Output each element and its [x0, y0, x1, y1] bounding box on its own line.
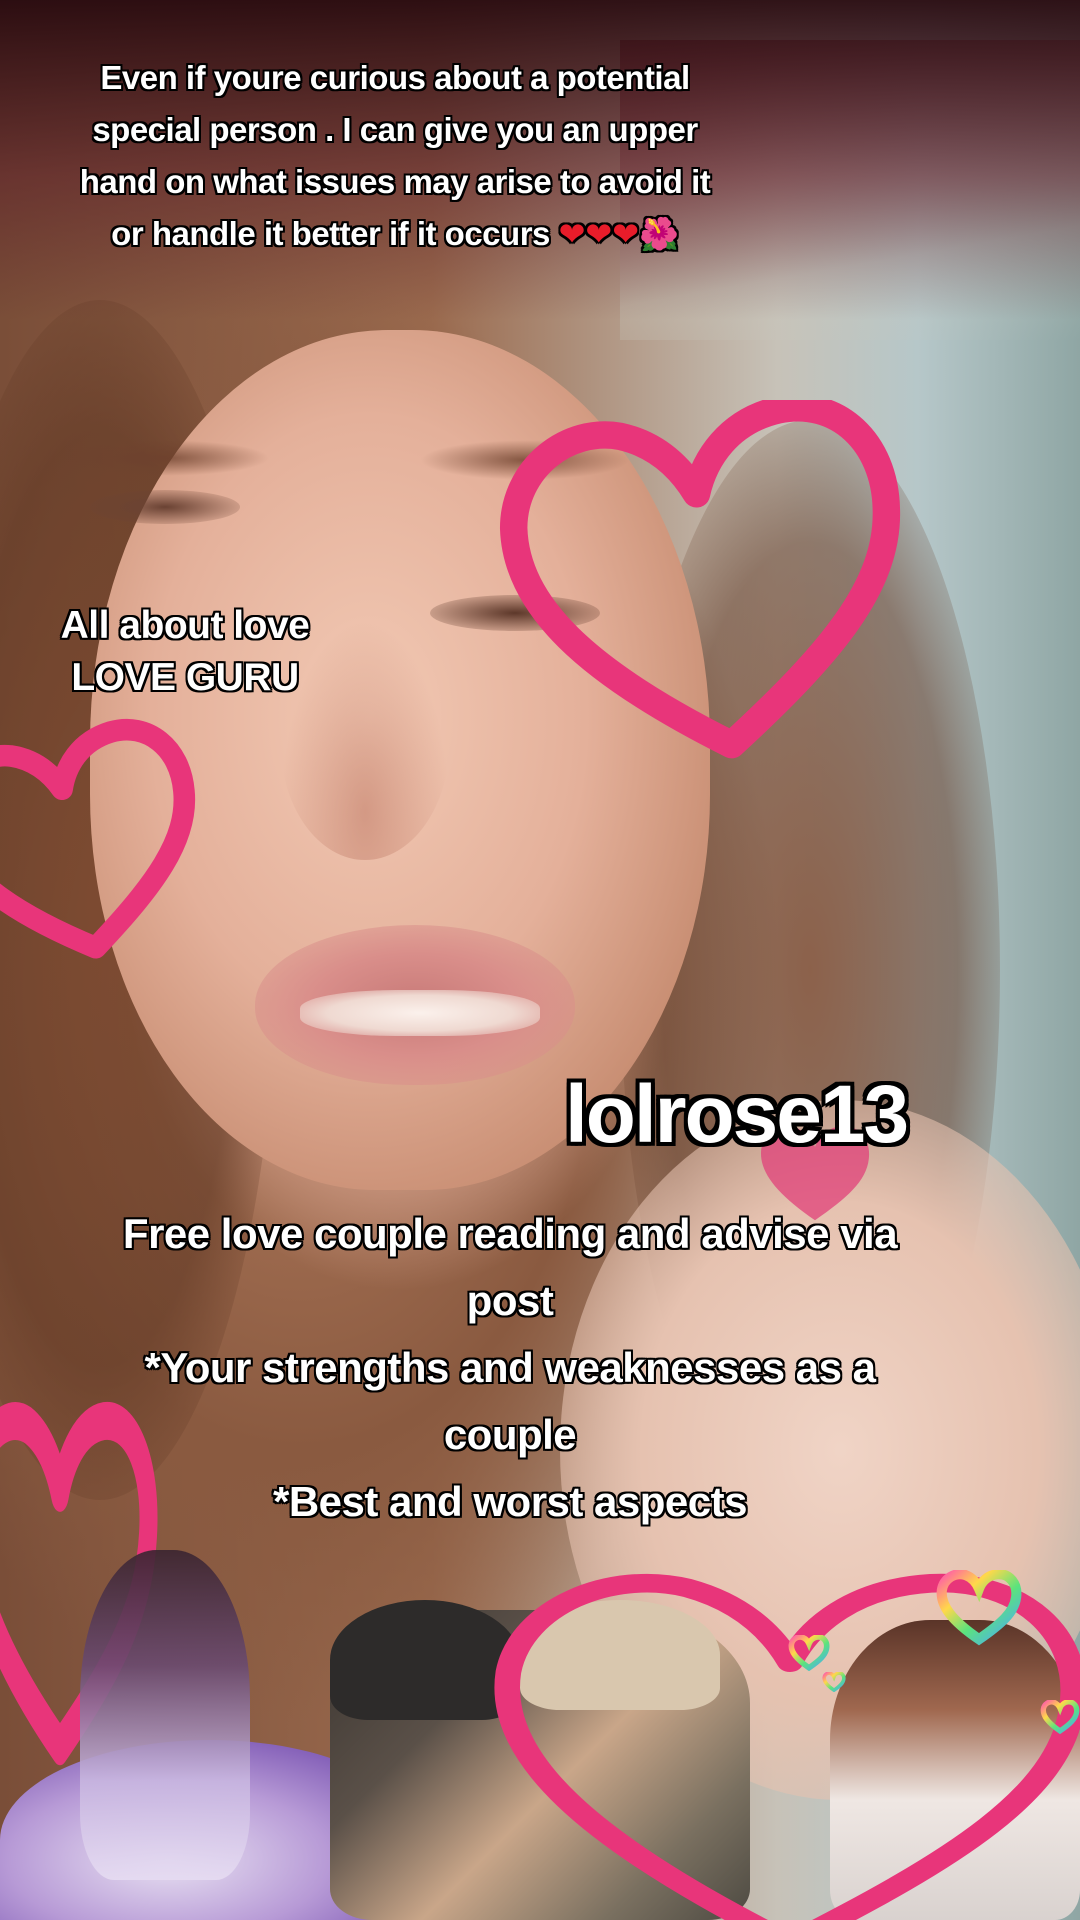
heart-outline-icon: [499, 400, 901, 759]
body-caption-line: couple: [443, 1411, 577, 1458]
rainbow-heart-icon: [788, 1635, 830, 1671]
wedding-couple-image: [80, 1550, 250, 1880]
top-caption-line: or handle it better if it occurs: [111, 215, 550, 252]
left-caption-line1: All about love: [60, 604, 310, 647]
body-caption-line: *Best and worst aspects: [272, 1478, 748, 1525]
body-caption-line: Free love couple reading and advise via: [122, 1210, 898, 1257]
left-caption: All about love LOVE GURU: [30, 600, 340, 704]
eyebrow-left: [60, 440, 270, 476]
top-caption-line: special person . I can give you an upper: [92, 111, 698, 148]
red-heart-emoji: ❤: [558, 215, 586, 253]
rainbow-heart-icon: [1040, 1700, 1080, 1734]
heart-outline-icon: [0, 718, 196, 959]
top-caption-line-with-emoji: or handle it better if it occurs ❤❤❤🌺: [40, 208, 750, 260]
rainbow-heart-icon: [822, 1672, 846, 1692]
eye-left: [90, 490, 240, 524]
body-caption-line: *Your strengths and weaknesses as a: [144, 1344, 876, 1391]
teeth: [300, 990, 540, 1036]
left-caption-line2: LOVE GURU: [71, 656, 299, 699]
rainbow-heart-icon: [936, 1570, 1022, 1646]
video-frame: Even if youre curious about a potential …: [0, 0, 1080, 1920]
top-caption-line: hand on what issues may arise to avoid i…: [79, 163, 711, 200]
top-caption-line: Even if youre curious about a potential: [100, 59, 690, 96]
red-heart-emoji: ❤: [612, 215, 639, 253]
username-label: lolrose13: [565, 1069, 909, 1160]
hibiscus-emoji: 🌺: [639, 215, 679, 253]
top-caption: Even if youre curious about a potential …: [40, 52, 750, 260]
body-caption: Free love couple reading and advise via …: [80, 1200, 940, 1535]
body-caption-line: post: [466, 1277, 554, 1324]
red-heart-emoji: ❤: [585, 215, 613, 253]
